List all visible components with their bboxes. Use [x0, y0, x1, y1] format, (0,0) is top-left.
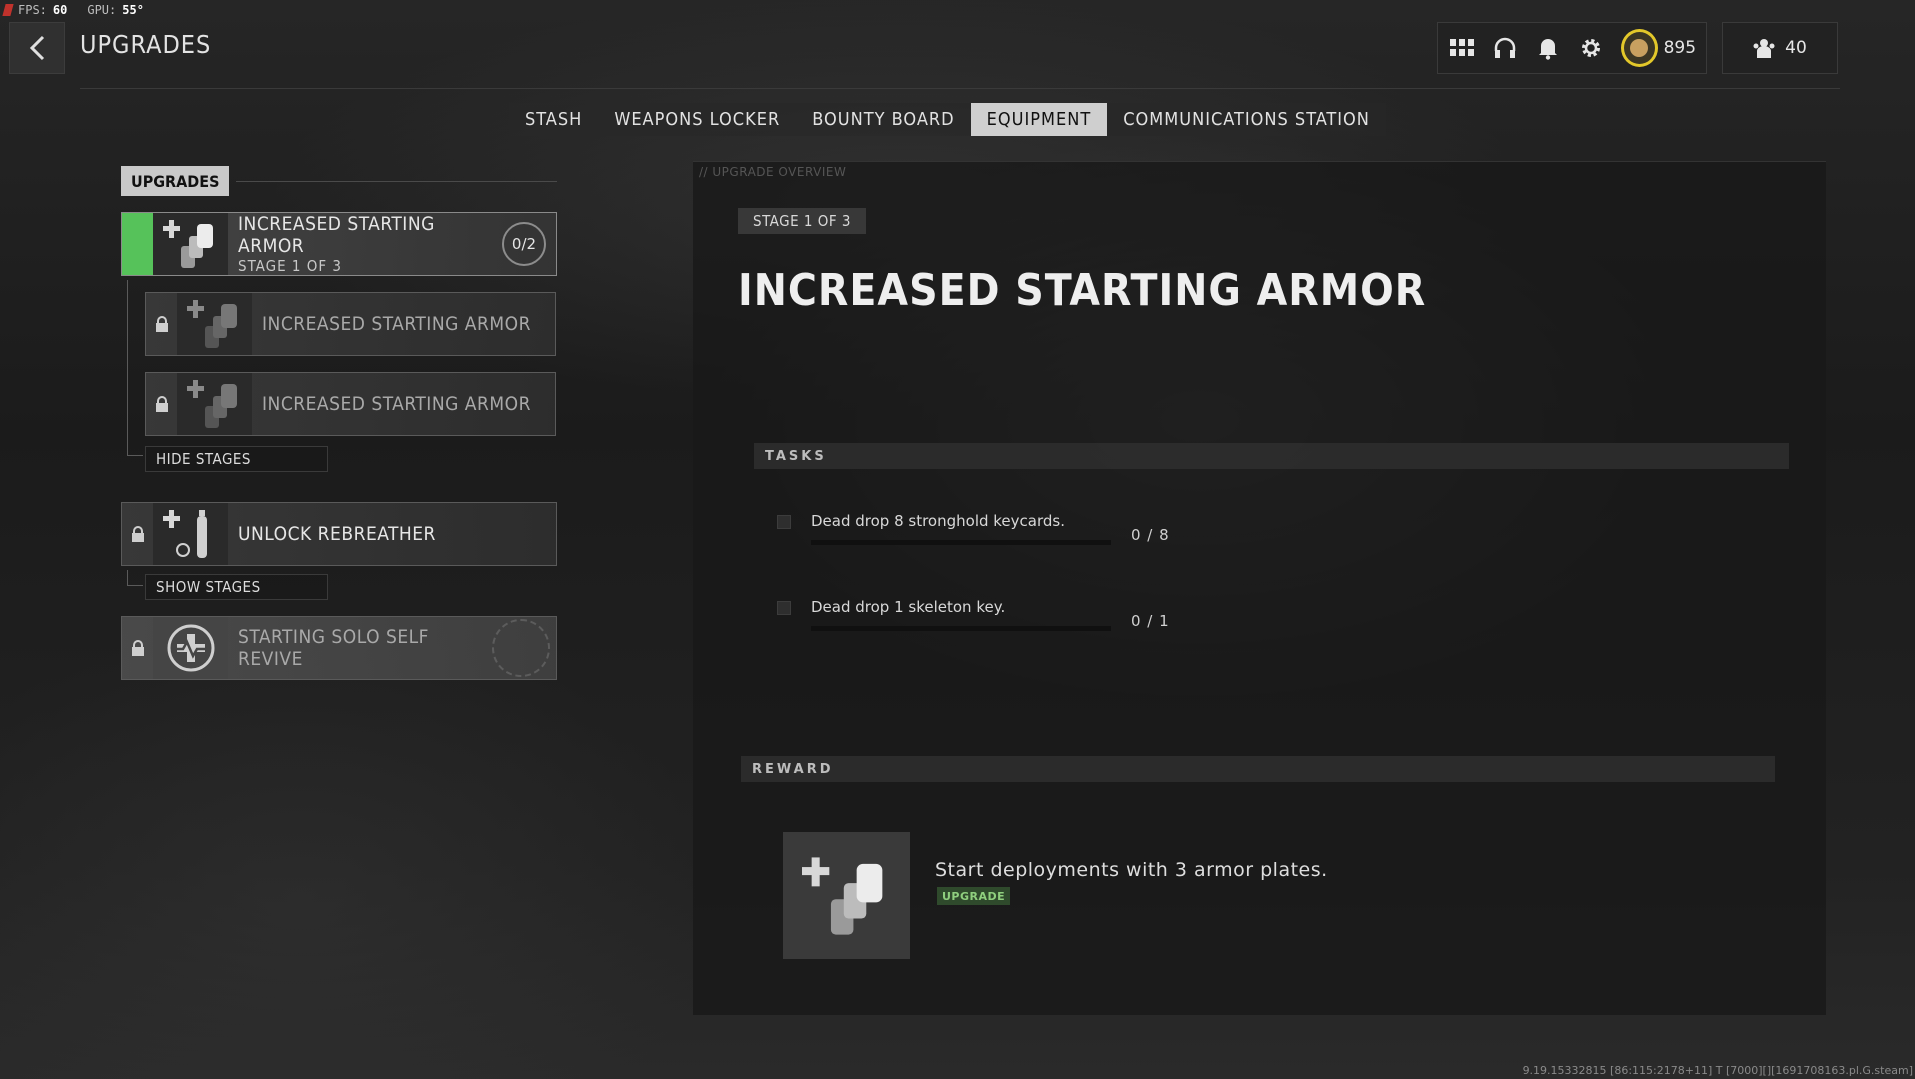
tab-bounty-board[interactable]: BOUNTY BOARD: [796, 103, 970, 136]
tasks-header: TASKS: [754, 443, 1789, 469]
upgrade-item-name: INCREASED STARTING ARMOR: [262, 313, 531, 335]
tab-equipment[interactable]: EQUIPMENT: [970, 103, 1108, 136]
upgrade-item-name: INCREASED STARTING ARMOR: [238, 213, 435, 257]
back-button[interactable]: [9, 22, 65, 74]
party-members-icon: [1753, 39, 1775, 58]
header-icon-bar: 895: [1437, 22, 1707, 74]
tab-stash[interactable]: STASH: [509, 103, 598, 136]
task-checkbox: [777, 515, 791, 529]
armor-plates-icon: [177, 373, 252, 435]
party-count: 40: [1785, 38, 1807, 58]
coin-emblem: [1630, 39, 1649, 57]
reward-header: REWARD: [741, 756, 1775, 782]
reward-armor-plates-icon: [783, 832, 910, 959]
chevron-left-icon: [29, 35, 45, 61]
task-progress-bar: [811, 626, 1111, 631]
page-title: UPGRADES: [80, 30, 212, 59]
fps-value: 60: [52, 3, 68, 17]
task-progress-value: 0 / 8: [1131, 526, 1170, 544]
task-row: Dead drop 1 skeleton key. 0 / 1: [777, 598, 1170, 631]
reward-type-badge: UPGRADE: [937, 887, 1011, 905]
coin-currency-icon[interactable]: [1620, 29, 1658, 67]
build-string: 9.19.15332815 [86:115:2178+11] T [7000][…: [1522, 1064, 1913, 1077]
upgrade-stage-2[interactable]: INCREASED STARTING ARMOR: [145, 292, 556, 356]
upgrades-section-label: UPGRADES: [121, 166, 230, 196]
task-text: Dead drop 1 skeleton key.: [811, 598, 1006, 616]
tab-weapons-locker[interactable]: WEAPONS LOCKER: [598, 103, 796, 136]
party-button[interactable]: 40: [1722, 22, 1838, 74]
stage-connector-line: [127, 570, 128, 586]
upgrade-item-name: STARTING SOLO SELF REVIVE: [238, 626, 429, 670]
main-tabs: STASH WEAPONS LOCKER BOUNTY BOARD EQUIPM…: [509, 103, 1386, 136]
hide-stages-button[interactable]: HIDE STAGES: [145, 446, 328, 472]
rebreather-icon: [153, 503, 228, 565]
task-text: Dead drop 8 stronghold keycards.: [811, 512, 1065, 530]
tab-communications-station[interactable]: COMMUNICATIONS STATION: [1107, 103, 1386, 136]
upgrade-item-unlock-rebreather[interactable]: UNLOCK REBREATHER: [121, 502, 557, 566]
upgrade-item-increased-starting-armor[interactable]: INCREASED STARTING ARMOR STAGE 1 OF 3 0/…: [121, 212, 557, 276]
show-stages-button[interactable]: SHOW STAGES: [145, 574, 328, 600]
upgrade-item-name: UNLOCK REBREATHER: [238, 523, 436, 545]
armor-plates-icon: [177, 293, 252, 355]
lock-icon: [146, 373, 177, 435]
task-count-badge: 0/2: [502, 222, 546, 266]
headset-icon[interactable]: [1491, 34, 1518, 62]
task-progress-value: 0 / 1: [1131, 612, 1170, 630]
gpu-value: 55°: [122, 3, 144, 17]
header-divider: [80, 88, 1840, 89]
gpu-label: GPU:: [87, 3, 117, 17]
performance-overlay: FPS: 60 GPU: 55°: [2, 2, 144, 18]
stage-connector-line: [127, 280, 128, 455]
task-checkbox: [777, 601, 791, 615]
task-row: Dead drop 8 stronghold keycards. 0 / 8: [777, 512, 1170, 545]
self-revive-icon: [153, 617, 228, 679]
task-progress-bar: [811, 540, 1111, 545]
active-indicator: [122, 213, 153, 275]
flag-icon: [2, 4, 14, 16]
armor-plates-icon: [153, 213, 228, 275]
upgrade-item-stage: STAGE 1 OF 3: [238, 257, 342, 275]
panel-tag: // UPGRADE OVERVIEW: [699, 165, 847, 179]
lock-icon: [122, 503, 153, 565]
stage-connector-end: [127, 455, 143, 456]
upgrade-item-starting-solo-self-revive[interactable]: STARTING SOLO SELF REVIVE: [121, 616, 557, 680]
notification-bell-icon[interactable]: [1534, 34, 1561, 62]
stage-chip: STAGE 1 OF 3: [738, 208, 866, 234]
upgrade-stage-3[interactable]: INCREASED STARTING ARMOR: [145, 372, 556, 436]
upgrade-title: INCREASED STARTING ARMOR: [738, 265, 1427, 316]
section-divider: [236, 181, 557, 182]
lock-icon: [122, 617, 153, 679]
coin-balance: 895: [1663, 38, 1697, 58]
upgrade-item-name: INCREASED STARTING ARMOR: [262, 393, 531, 415]
lock-icon: [146, 293, 177, 355]
settings-gear-icon[interactable]: [1577, 34, 1604, 62]
stage-connector-end: [127, 585, 143, 586]
fps-label: FPS:: [18, 3, 47, 17]
faction-emblem-icon: [492, 619, 550, 677]
reward-description: Start deployments with 3 armor plates.: [935, 859, 1328, 881]
grid-menu-icon[interactable]: [1448, 34, 1475, 62]
